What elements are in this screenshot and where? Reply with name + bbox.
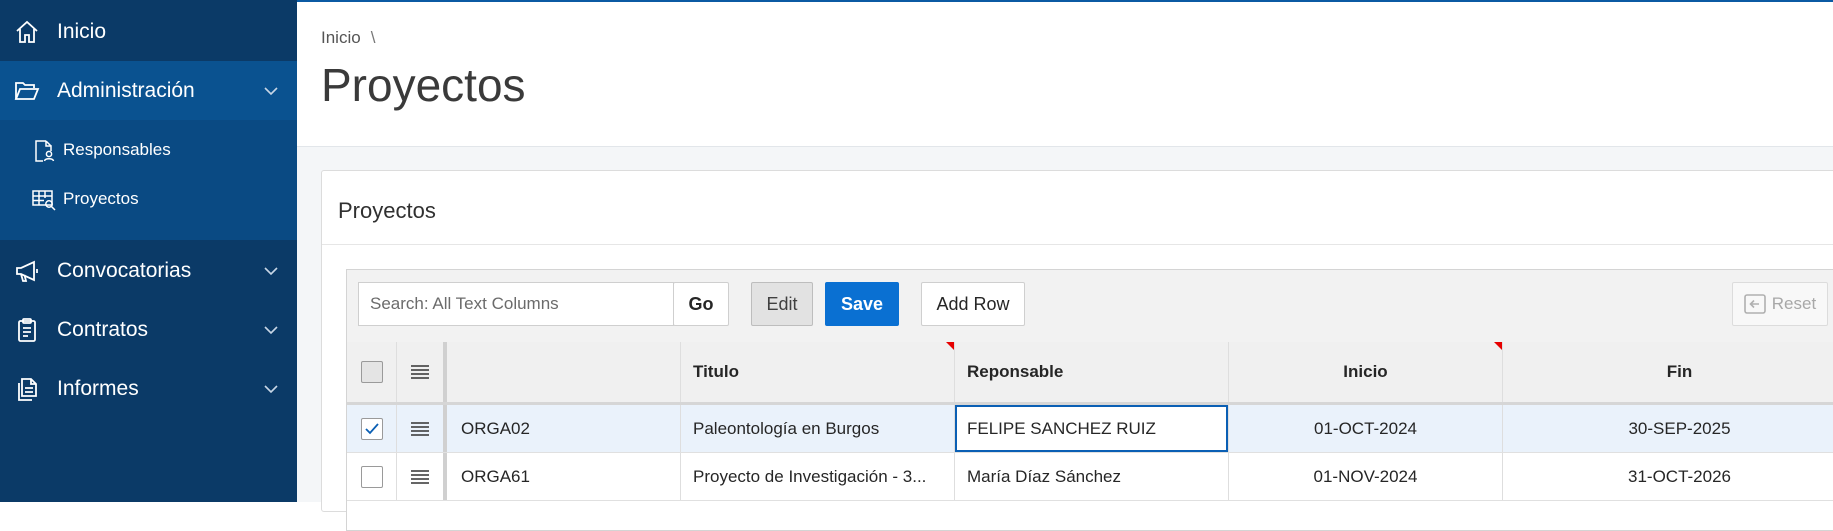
page-header: Inicio \ Proyectos [297,2,1833,147]
cell-code[interactable]: ORGA61 [451,453,681,500]
column-header-code[interactable] [451,342,681,402]
search-input[interactable] [358,282,674,326]
sidebar-item-label: Administración [57,78,195,102]
row-checkbox[interactable] [360,417,383,440]
user-document-icon [35,140,55,162]
sidebar-item-administracion[interactable]: Administración [0,61,297,120]
changed-marker [946,342,954,350]
grid-header-row: Titulo Reponsable Inicio Fin [347,342,1833,405]
cell-responsable-active[interactable]: FELIPE SANCHEZ RUIZ [955,405,1229,452]
sidebar-subitem-responsables[interactable]: Responsables [0,127,297,173]
sidebar: Inicio Administración Responsables Proye… [0,0,297,502]
actions-menu-icon[interactable] [410,364,430,380]
cell-inicio[interactable]: 01-NOV-2024 [1229,453,1503,500]
column-header-titulo[interactable]: Titulo [681,342,955,402]
reset-label: Reset [1771,294,1817,313]
cell-fin[interactable]: 30-SEP-2025 [1503,405,1833,452]
grid-toolbar: Go Edit Save Add Row Reset [347,270,1833,343]
row-checkbox[interactable] [360,465,383,488]
column-header-fin[interactable]: Fin [1503,342,1833,402]
sidebar-subitem-label: Responsables [63,140,171,159]
sidebar-item-contratos[interactable]: Contratos [0,300,297,359]
page-title: Proyectos [321,59,526,111]
sidebar-item-convocatorias[interactable]: Convocatorias [0,241,297,300]
documents-icon [18,378,37,401]
chevron-down-icon[interactable] [263,83,279,99]
region-divider [322,244,1833,245]
table-row[interactable]: ORGA02 Paleontología en Burgos FELIPE SA… [347,405,1833,453]
add-row-button[interactable]: Add Row [921,282,1025,326]
proyectos-region: Proyectos Go Edit Save Add Row Reset [321,170,1833,531]
sidebar-subitem-proyectos[interactable]: Proyectos [0,176,297,222]
column-header-responsable[interactable]: Reponsable [955,342,1229,402]
breadcrumb-item-inicio[interactable]: Inicio [321,28,361,47]
actions-header-cell [397,342,447,402]
go-button[interactable]: Go [673,282,729,326]
save-button[interactable]: Save [825,282,899,326]
chevron-down-icon[interactable] [263,322,279,338]
row-actions-menu-icon[interactable] [410,469,430,485]
row-actions-menu-icon[interactable] [410,421,430,437]
home-icon [16,20,38,43]
breadcrumb-separator: \ [370,28,376,47]
folder-open-icon [14,82,40,100]
column-header-inicio[interactable]: Inicio [1229,342,1503,402]
cell-fin[interactable]: 31-OCT-2026 [1503,453,1833,500]
chevron-down-icon[interactable] [263,263,279,279]
sidebar-subitem-label: Proyectos [63,189,139,208]
sidebar-item-informes[interactable]: Informes [0,359,297,418]
cell-titulo[interactable]: Paleontología en Burgos [681,405,955,452]
chevron-down-icon[interactable] [263,381,279,397]
row-select-cell [347,453,397,500]
reset-button[interactable]: Reset [1732,282,1828,326]
cell-code[interactable]: ORGA02 [451,405,681,452]
select-all-checkbox[interactable] [360,361,383,383]
clipboard-icon [18,318,36,342]
column-header-label: Inicio [1343,362,1388,381]
megaphone-icon [16,260,38,282]
sidebar-item-label: Contratos [57,317,149,341]
cell-responsable[interactable]: María Díaz Sánchez [955,453,1229,500]
main-content: Inicio \ Proyectos Proyectos Go Edit Save… [297,0,1833,531]
table-row[interactable]: ORGA61 Proyecto de Investigación - 3... … [347,453,1833,501]
reset-icon [1743,294,1766,314]
sidebar-item-inicio[interactable]: Inicio [0,2,297,61]
row-actions-cell [397,405,447,452]
breadcrumb: Inicio \ [321,28,375,48]
row-select-cell [347,405,397,452]
select-all-cell [347,342,397,402]
checkmark-icon [364,422,379,434]
changed-marker [1494,342,1502,350]
sidebar-item-label: Convocatorias [57,258,192,282]
table-search-icon [32,190,56,211]
row-actions-cell [397,453,447,500]
submenu-administracion: Responsables Proyectos [0,120,297,240]
sidebar-item-label: Informes [57,376,139,400]
sidebar-item-label: Inicio [57,19,107,43]
cell-titulo[interactable]: Proyecto de Investigación - 3... [681,453,955,500]
interactive-grid: Go Edit Save Add Row Reset [346,269,1833,531]
cell-inicio[interactable]: 01-OCT-2024 [1229,405,1503,452]
region-title: Proyectos [338,198,436,223]
cell-responsable-value: FELIPE SANCHEZ RUIZ [967,418,1156,438]
edit-button[interactable]: Edit [751,282,813,326]
column-header-label: Titulo [693,362,739,381]
